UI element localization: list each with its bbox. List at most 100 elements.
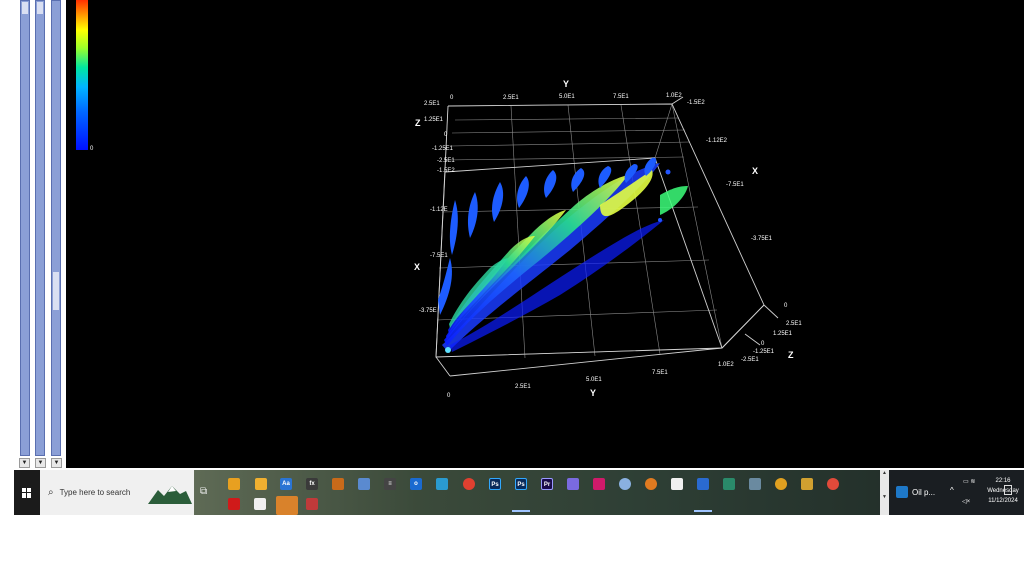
file-explorer-icon[interactable] (228, 478, 240, 490)
x-tick-right-1: -1.12E2 (706, 138, 728, 144)
x-tick-left-2: -3.75E (419, 308, 437, 314)
x-axis-title-left: X (414, 262, 420, 272)
z-tick-left-4: -2.5E1 (437, 158, 455, 164)
notepad-icon[interactable] (671, 478, 683, 490)
app-icon-8[interactable] (276, 496, 298, 515)
photoshop-icon-2[interactable]: Ps (515, 478, 527, 490)
x-tick-right-3: -3.75E1 (751, 236, 773, 242)
notification-icon[interactable] (1004, 485, 1012, 495)
scrollbar-2[interactable] (35, 0, 45, 456)
app-icon-3[interactable] (593, 478, 605, 490)
z-axis-title-left: Z (415, 118, 421, 128)
app-icon-7[interactable] (827, 478, 839, 490)
running-app-oil[interactable]: Oil p... (896, 486, 935, 498)
z-tick-left-2: 0 (444, 132, 448, 138)
scroll-down-button-3[interactable]: ▼ (51, 458, 62, 468)
start-button[interactable] (14, 470, 40, 515)
scrollbar-1[interactable] (20, 0, 30, 456)
app-icon-6[interactable] (801, 478, 813, 490)
terminal-icon[interactable]: ≡ (384, 478, 396, 490)
chart-app-icon[interactable] (358, 478, 370, 490)
y-tick-near-4: 1.0E2 (718, 362, 734, 368)
network-icon[interactable]: ▭ ≋ (963, 478, 975, 485)
app-icon[interactable]: fx (306, 478, 318, 490)
taskbar-search-box[interactable]: ⌕ Type here to search (40, 470, 194, 515)
chrome-icon[interactable] (463, 478, 475, 490)
task-view-icon[interactable]: ⧉ (200, 486, 207, 497)
windows-taskbar: ⌕ Type here to search ⧉ Aa fx ≡ o Ps Ps … (14, 470, 1024, 515)
app-icon-5[interactable] (775, 478, 787, 490)
x-axis-title-right: X (752, 166, 758, 176)
z-tick-right-0: 2.5E1 (786, 321, 802, 327)
z-tick-right-1: 1.25E1 (773, 331, 793, 337)
x-tick-left-0: -1.12E (430, 207, 448, 213)
save-icon[interactable] (697, 478, 709, 490)
axis-labels: Y 0 2.5E1 5.0E1 7.5E1 1.0E2 Y 0 2.5E1 5.… (414, 79, 802, 399)
system-tray: ▲ ▼ Oil p... ^ ▭ ≋ ◁× 22:16 Wednesday 11/… (880, 470, 1024, 515)
y-tick-near-2: 5.0E1 (586, 377, 602, 383)
z-tick-left-3: -1.25E1 (432, 146, 454, 152)
scroll-thumb-2[interactable] (36, 1, 44, 15)
windows-logo-icon (22, 487, 32, 498)
z-tick-left-1: 1.25E1 (424, 117, 444, 123)
scrollbar-3[interactable] (51, 0, 61, 456)
y-tick-near-3: 7.5E1 (652, 370, 668, 376)
scroll-thumb-3[interactable] (52, 271, 60, 311)
taskbar-scroll-arrows[interactable]: ▲ ▼ (880, 470, 889, 515)
app-icon-2[interactable] (436, 478, 448, 490)
volume-muted-icon[interactable]: ◁× (962, 498, 970, 505)
clock-day: Wednesday (987, 488, 1019, 494)
outlook-mail-icon[interactable]: o (410, 478, 422, 490)
search-placeholder: Type here to search (59, 488, 131, 497)
z-tick-right-4: -2.5E1 (741, 357, 759, 363)
photoshop-active-indicator (512, 510, 530, 512)
x-tick-right-2: -7.5E1 (726, 182, 744, 188)
search-highlight-mountain-icon[interactable] (148, 482, 192, 504)
scroll-thumb-1[interactable] (21, 1, 29, 15)
system-clock[interactable]: 22:16 Wednesday 11/12/2024 (982, 476, 1024, 506)
oil-app-icon (896, 486, 908, 498)
y-tick-far-3: 7.5E1 (613, 94, 629, 100)
app-icon-9[interactable] (306, 498, 318, 510)
x-tick-left-1: -7.5E1 (430, 253, 448, 259)
3d-plot[interactable]: Y 0 2.5E1 5.0E1 7.5E1 1.0E2 Y 0 2.5E1 5.… (66, 0, 1024, 468)
search-icon: ⌕ (48, 487, 54, 498)
paint-icon[interactable] (749, 478, 761, 490)
photoshop-icon[interactable]: Ps (489, 478, 501, 490)
z-tick-left-0: 2.5E1 (424, 101, 440, 107)
surface-data (438, 157, 688, 353)
folder-icon[interactable] (255, 478, 267, 490)
left-panel: ▼ ▼ ▼ (14, 0, 65, 470)
acrobat-icon[interactable] (228, 498, 240, 510)
clock-date: 11/12/2024 (988, 498, 1018, 504)
z-axis-title-right: Z (788, 350, 794, 360)
z-tick-right-2: 0 (761, 341, 765, 347)
y-axis-title-top: Y (563, 79, 569, 89)
clock-time: 22:16 (995, 478, 1011, 484)
y-tick-far-1: 2.5E1 (503, 95, 519, 101)
y-tick-far-4: 1.0E2 (666, 93, 682, 99)
running-app-label: Oil p... (912, 487, 936, 497)
outlook-icon[interactable]: Aa (280, 478, 292, 490)
brave-icon[interactable] (567, 478, 579, 490)
x-tick-right-0: -1.5E2 (687, 100, 705, 106)
save-active-indicator (694, 510, 712, 512)
x-tick-right-4: 0 (784, 303, 788, 309)
photos-icon[interactable] (723, 478, 735, 490)
scroll-down-button-1[interactable]: ▼ (19, 458, 30, 468)
weather-icon[interactable] (619, 478, 631, 490)
y-tick-far-2: 5.0E1 (559, 94, 575, 100)
y-axis-title-bottom: Y (590, 388, 596, 398)
3d-plot-viewport[interactable]: 0 Y 0 2.5E1 5.0E1 7.5E1 1.0E2 Y 0 2.5E1 … (66, 0, 1024, 468)
matlab-icon[interactable] (332, 478, 344, 490)
z-tick-left-5: -1.5E2 (437, 168, 455, 174)
z-tick-right-3: -1.25E1 (753, 349, 775, 355)
scroll-down-button-2[interactable]: ▼ (35, 458, 46, 468)
document-icon[interactable] (254, 498, 266, 510)
premiere-icon[interactable]: Pr (541, 478, 553, 490)
show-hidden-icons-chevron-icon[interactable]: ^ (950, 486, 954, 495)
y-tick-near-1: 2.5E1 (515, 384, 531, 390)
y-tick-near-0: 0 (447, 393, 451, 399)
y-tick-far-0: 0 (450, 95, 454, 101)
app-icon-4[interactable] (645, 478, 657, 490)
